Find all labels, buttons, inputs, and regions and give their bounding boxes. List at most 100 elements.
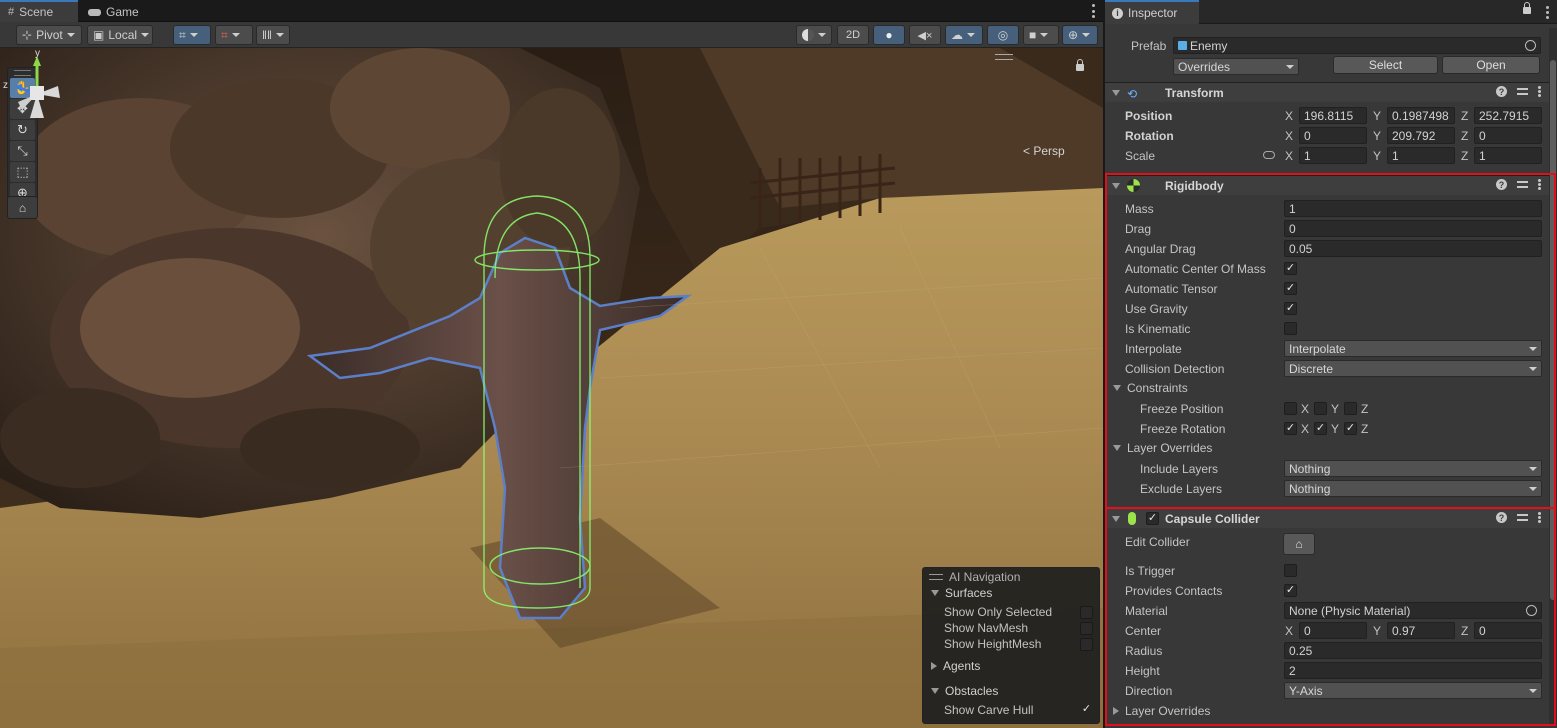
- ai-navigation-title[interactable]: AI Navigation: [929, 569, 1020, 585]
- freeze-rot-z-checkbox[interactable]: ✓: [1344, 422, 1357, 435]
- tab-scene[interactable]: # Scene: [0, 0, 78, 22]
- foldout-closed-icon: [931, 662, 937, 670]
- camera-dropdown[interactable]: ■: [1023, 25, 1059, 45]
- gizmos-dropdown[interactable]: ⊕: [1062, 25, 1098, 45]
- radius-field[interactable]: 0.25: [1284, 642, 1542, 659]
- direction-dropdown[interactable]: Y-Axis: [1284, 682, 1542, 699]
- show-heightmesh-checkbox[interactable]: [1080, 638, 1093, 651]
- rotation-x-field[interactable]: 0: [1299, 127, 1367, 144]
- audio-toggle[interactable]: ◀×: [909, 25, 941, 45]
- presets-icon[interactable]: [1517, 512, 1528, 523]
- constrain-proportions-icon[interactable]: [1263, 151, 1275, 159]
- lock-icon[interactable]: [1523, 2, 1531, 14]
- provides-contacts-checkbox[interactable]: ✓: [1284, 584, 1297, 597]
- hidden-objects-toggle[interactable]: ◎: [987, 25, 1019, 45]
- freeze-pos-y-checkbox[interactable]: [1314, 402, 1327, 415]
- cc-layer-overrides-foldout[interactable]: Layer Overrides: [1113, 704, 1210, 718]
- exclude-layers-dropdown[interactable]: Nothing: [1284, 480, 1542, 497]
- capsule-enabled-checkbox[interactable]: ✓: [1146, 512, 1159, 525]
- show-carve-hull-checkbox[interactable]: ✓: [1080, 704, 1093, 717]
- scale-y-field[interactable]: 1: [1387, 147, 1455, 164]
- freeze-rot-x-checkbox[interactable]: ✓: [1284, 422, 1297, 435]
- freeze-pos-z-checkbox[interactable]: [1344, 402, 1357, 415]
- transform-header[interactable]: ⟲ Transform ?: [1105, 82, 1549, 102]
- scrollbar-thumb[interactable]: [1550, 60, 1556, 600]
- center-z-field[interactable]: 0: [1474, 622, 1542, 639]
- position-z-field[interactable]: 252.7915: [1474, 107, 1542, 124]
- orientation-gizmo[interactable]: y z: [0, 48, 80, 148]
- scene-viewport[interactable]: ✋ ✥ ↻ ⤡ ⬚ ⊕ ⌂ y z: [0, 48, 1103, 728]
- freeze-rot-y-checkbox[interactable]: ✓: [1314, 422, 1327, 435]
- help-icon[interactable]: ?: [1496, 86, 1507, 97]
- include-layers-dropdown[interactable]: Nothing: [1284, 460, 1542, 477]
- freeze-pos-x-checkbox[interactable]: [1284, 402, 1297, 415]
- help-icon[interactable]: ?: [1496, 512, 1507, 523]
- inspector-menu-icon[interactable]: [1545, 6, 1549, 19]
- overrides-dropdown[interactable]: Overrides: [1173, 58, 1299, 75]
- local-dropdown[interactable]: ▣ Local: [87, 25, 153, 45]
- edit-collider-button[interactable]: ⌂: [1283, 533, 1315, 555]
- interpolate-dropdown[interactable]: Interpolate: [1284, 340, 1542, 357]
- rotation-z-field[interactable]: 0: [1474, 127, 1542, 144]
- presets-icon[interactable]: [1517, 179, 1528, 190]
- component-menu-icon[interactable]: [1538, 512, 1541, 523]
- constraints-foldout[interactable]: Constraints: [1113, 381, 1188, 395]
- object-picker-icon[interactable]: [1525, 40, 1536, 51]
- pivot-dropdown[interactable]: ⊹ Pivot: [16, 25, 82, 45]
- agents-foldout[interactable]: Agents: [931, 658, 980, 674]
- center-x-field[interactable]: 0: [1299, 622, 1367, 639]
- drag-field[interactable]: 0: [1284, 220, 1542, 237]
- collision-detection-dropdown[interactable]: Discrete: [1284, 360, 1542, 377]
- position-y-field[interactable]: 0.1987498: [1387, 107, 1455, 124]
- material-field[interactable]: None (Physic Material): [1284, 602, 1542, 619]
- position-label: Position: [1125, 109, 1173, 123]
- component-menu-icon[interactable]: [1538, 86, 1541, 97]
- show-navmesh-checkbox[interactable]: [1080, 622, 1093, 635]
- increment-snap-dropdown[interactable]: ‖‖: [256, 25, 290, 45]
- scale-z-field[interactable]: 1: [1474, 147, 1542, 164]
- height-field[interactable]: 2: [1284, 662, 1542, 679]
- presets-icon[interactable]: [1517, 86, 1528, 97]
- component-menu-icon[interactable]: [1538, 179, 1541, 190]
- 2d-toggle[interactable]: 2D: [837, 25, 869, 45]
- show-only-selected-checkbox[interactable]: [1080, 606, 1093, 619]
- auto-com-checkbox[interactable]: ✓: [1284, 262, 1297, 275]
- mass-field[interactable]: 1: [1284, 200, 1542, 217]
- tab-inspector[interactable]: i Inspector: [1105, 0, 1199, 24]
- help-icon[interactable]: ?: [1496, 179, 1507, 190]
- use-gravity-checkbox[interactable]: ✓: [1284, 302, 1297, 315]
- custom-tool-button[interactable]: ⌂: [7, 196, 38, 219]
- capsule-collider-header[interactable]: ✓ Capsule Collider ?: [1105, 508, 1549, 528]
- show-heightmesh-label: Show HeightMesh: [944, 637, 1042, 651]
- auto-tensor-checkbox[interactable]: ✓: [1284, 282, 1297, 295]
- lock-icon[interactable]: [1076, 59, 1084, 71]
- obstacles-foldout[interactable]: Obstacles: [931, 683, 998, 699]
- effects-dropdown[interactable]: ☁: [945, 25, 983, 45]
- constraints-label: Constraints: [1127, 381, 1188, 395]
- position-x-field[interactable]: 196.8115: [1299, 107, 1367, 124]
- prefab-field[interactable]: Enemy: [1173, 37, 1541, 54]
- overlay-grip[interactable]: [995, 54, 1013, 60]
- persp-toggle[interactable]: < Persp: [1023, 144, 1065, 158]
- center-y-field[interactable]: 0.97: [1387, 622, 1455, 639]
- tab-game[interactable]: Game: [80, 2, 150, 22]
- lighting-toggle[interactable]: ●: [873, 25, 905, 45]
- rotation-y-field[interactable]: 209.792: [1387, 127, 1455, 144]
- surfaces-foldout[interactable]: Surfaces: [931, 585, 992, 601]
- is-kinematic-checkbox[interactable]: [1284, 322, 1297, 335]
- rb-layer-overrides-foldout[interactable]: Layer Overrides: [1113, 441, 1212, 455]
- is-trigger-checkbox[interactable]: [1284, 564, 1297, 577]
- rigidbody-header[interactable]: Rigidbody ?: [1105, 175, 1549, 195]
- show-only-selected-row[interactable]: Show Only Selected: [944, 604, 1094, 620]
- scale-x-field[interactable]: 1: [1299, 147, 1367, 164]
- inspector-scrollbar[interactable]: [1549, 28, 1557, 725]
- scene-tab-menu-icon[interactable]: [1091, 4, 1095, 18]
- rect-tool-button[interactable]: ⬚: [10, 162, 35, 182]
- snap-increment-toggle[interactable]: ⌗: [215, 25, 253, 45]
- grid-snap-toggle[interactable]: ⌗: [173, 25, 211, 45]
- select-button[interactable]: Select: [1333, 56, 1438, 74]
- draw-mode-dropdown[interactable]: [796, 25, 832, 45]
- open-button[interactable]: Open: [1442, 56, 1540, 74]
- object-picker-icon[interactable]: [1526, 605, 1537, 616]
- angular-drag-field[interactable]: 0.05: [1284, 240, 1542, 257]
